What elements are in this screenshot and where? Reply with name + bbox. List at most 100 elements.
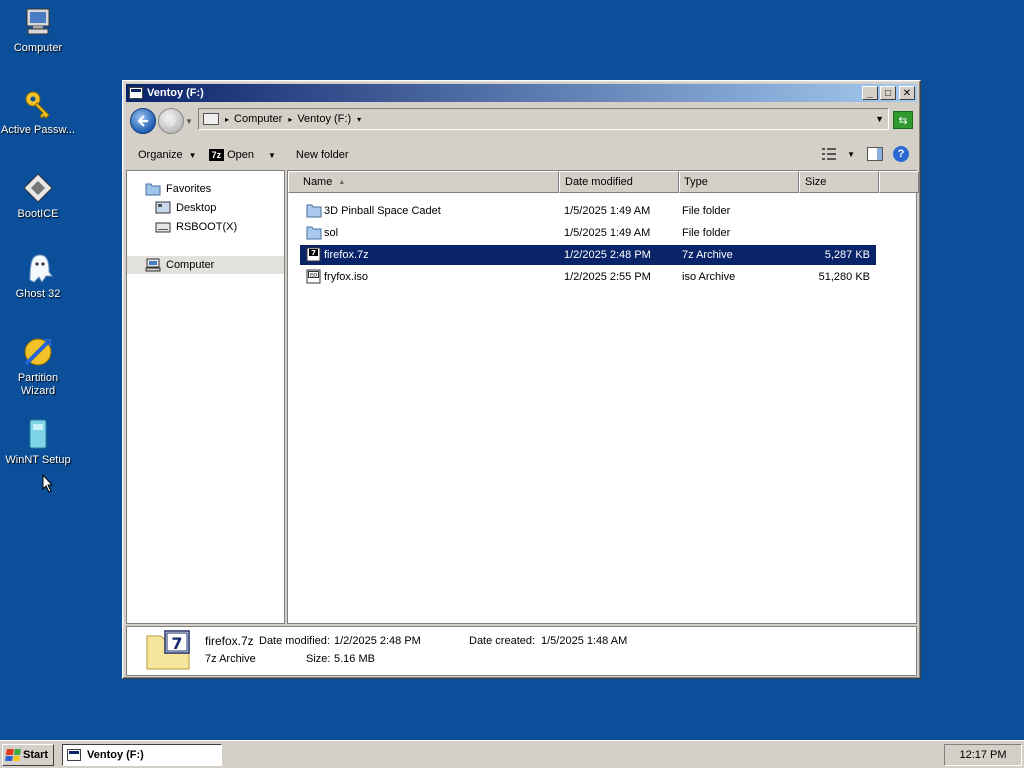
file-name: 3D Pinball Space Cadet (324, 205, 441, 217)
svg-text:ISO: ISO (310, 273, 318, 279)
folder-icon (306, 204, 322, 218)
breadcrumb-computer[interactable]: ▸ Computer (225, 113, 282, 125)
column-header-name[interactable]: Name ▲ (288, 171, 559, 193)
help-button[interactable]: ? (893, 146, 909, 162)
back-button[interactable] (130, 108, 156, 134)
column-header-size[interactable]: Size (799, 171, 879, 193)
clock: 12:17 PM (959, 749, 1007, 761)
file-name: sol (324, 227, 339, 239)
column-header-empty (879, 171, 919, 193)
start-label: Start (23, 749, 49, 761)
refresh-button[interactable]: ⇆ (893, 111, 913, 129)
file-row[interactable]: sol 1/5/2025 1:49 AM File folder (300, 223, 876, 243)
close-icon: ✕ (902, 87, 912, 99)
close-button[interactable]: ✕ (899, 86, 915, 100)
details-pane: 7 firefox.7z Date modified: 1/2/2025 2:4… (126, 626, 917, 676)
navigation-pane[interactable]: Favorites Desktop RSBOOT(X) Computer (126, 170, 285, 624)
column-header-type[interactable]: Type (679, 171, 799, 193)
nav-desktop[interactable]: Desktop (155, 199, 284, 217)
open-button[interactable]: 7z Open ▼ (208, 149, 276, 161)
explorer-window[interactable]: Ventoy (F:) _ □ ✕ ▼ ▸ Computer ▸ Ventoy (F… (122, 80, 921, 679)
svg-text:7: 7 (311, 249, 316, 257)
nav-rsboot[interactable]: RSBOOT(X) (155, 218, 284, 236)
desktop-icon-partition-wizard[interactable]: Partition Wizard (0, 336, 76, 398)
forward-arrow-icon (166, 115, 177, 127)
address-dropdown-icon[interactable]: ▼ (875, 114, 884, 124)
nav-favorites[interactable]: Favorites (145, 180, 284, 198)
details-date-modified-label: Date modified: (259, 635, 330, 647)
nav-label: RSBOOT(X) (176, 221, 238, 233)
drive-icon (155, 222, 171, 233)
windows-flag-icon (5, 749, 21, 761)
maximize-icon: □ (884, 87, 892, 99)
chevron-down-icon: ▼ (268, 150, 276, 160)
desktop-icon-bootice[interactable]: BootICE (0, 172, 76, 221)
column-label: Date modified (565, 176, 633, 188)
7z-archive-icon: 7 (306, 247, 321, 262)
breadcrumb-arrow-icon[interactable]: ▸ (288, 115, 292, 124)
desktop-icon-active-password[interactable]: Active Passw... (0, 88, 76, 137)
maximize-button[interactable]: □ (880, 86, 896, 100)
title-bar[interactable]: Ventoy (F:) _ □ ✕ (126, 84, 917, 102)
breadcrumb-ventoy[interactable]: ▸ Ventoy (F:) ▾ (288, 113, 366, 125)
breadcrumb-arrow-icon[interactable]: ▸ (225, 115, 229, 124)
desktop-icon-label: Computer (13, 42, 63, 54)
column-label: Size (805, 176, 827, 188)
minimize-icon: _ (867, 87, 873, 99)
history-dropdown-icon[interactable]: ▼ (185, 117, 195, 126)
breadcrumb-label: Computer (234, 113, 283, 125)
column-label: Name (303, 176, 333, 188)
address-bar[interactable]: ▸ Computer ▸ Ventoy (F:) ▾ ▼ (198, 108, 889, 130)
file-row-selected[interactable]: 7 firefox.7z 1/2/2025 2:48 PM 7z Archive… (300, 245, 876, 265)
file-size: 51,280 KB (818, 271, 870, 283)
file-name: fryfox.iso (324, 271, 369, 283)
details-size-label: Size: (306, 653, 331, 665)
key-icon (25, 91, 50, 119)
window-icon (67, 749, 81, 761)
nav-computer[interactable]: Computer (127, 256, 284, 274)
preview-pane-button[interactable] (867, 147, 883, 161)
new-folder-button[interactable]: New folder (296, 149, 349, 161)
column-label: Type (684, 176, 708, 188)
back-arrow-icon (137, 115, 148, 127)
column-header-date[interactable]: Date modified (559, 171, 679, 193)
desktop-icon-computer[interactable]: Computer (0, 6, 76, 55)
svg-text:7: 7 (171, 634, 182, 653)
minimize-button[interactable]: _ (862, 86, 878, 100)
views-dropdown-icon[interactable]: ▼ (847, 150, 855, 159)
computer-icon (26, 8, 50, 35)
views-button[interactable] (821, 147, 837, 161)
desktop-icon-label: Ghost 32 (15, 288, 61, 300)
breadcrumb-label: Ventoy (F:) (297, 113, 352, 125)
file-date: 1/2/2025 2:48 PM (564, 249, 651, 261)
window-title: Ventoy (F:) (147, 87, 204, 99)
new-folder-label: New folder (295, 149, 349, 161)
start-button[interactable]: Start (2, 744, 54, 766)
file-row[interactable]: ISO fryfox.iso 1/2/2025 2:55 PM iso Arch… (300, 267, 876, 287)
file-list[interactable]: Name ▲ Date modified Type Size 3D Pinball… (287, 170, 919, 624)
desktop-icon-ghost[interactable]: Ghost 32 (0, 252, 76, 301)
desktop-icon-label: Active Passw... (1, 124, 75, 136)
file-type: File folder (682, 227, 731, 239)
organize-label: Organize (138, 149, 183, 161)
ghost-icon (29, 254, 53, 283)
desktop-icon-winnt-setup[interactable]: WinNT Setup (0, 418, 76, 467)
preview-pane-icon (867, 147, 883, 161)
details-date-modified: 1/2/2025 2:48 PM (334, 635, 421, 647)
command-bar: Organize ▼ 7z Open ▼ New folder ▼ ? (126, 141, 917, 169)
bootice-icon (23, 173, 53, 203)
file-name: firefox.7z (324, 249, 369, 261)
system-tray[interactable]: 12:17 PM (944, 744, 1022, 766)
breadcrumb-arrow-icon[interactable]: ▾ (357, 115, 361, 124)
desktop-icon-label: Partition Wizard (17, 372, 59, 397)
details-size: 5.16 MB (334, 653, 375, 665)
forward-button[interactable] (158, 108, 184, 134)
refresh-icon: ⇆ (898, 114, 908, 127)
taskbar-window-label: Ventoy (F:) (87, 749, 144, 761)
file-type: 7z Archive (682, 249, 733, 261)
organize-button[interactable]: Organize ▼ (138, 149, 197, 161)
file-row[interactable]: 3D Pinball Space Cadet 1/5/2025 1:49 AM … (300, 201, 876, 221)
favorites-folder-icon (145, 183, 161, 196)
computer-small-icon (203, 113, 219, 125)
taskbar-window-button[interactable]: Ventoy (F:) (62, 744, 222, 766)
